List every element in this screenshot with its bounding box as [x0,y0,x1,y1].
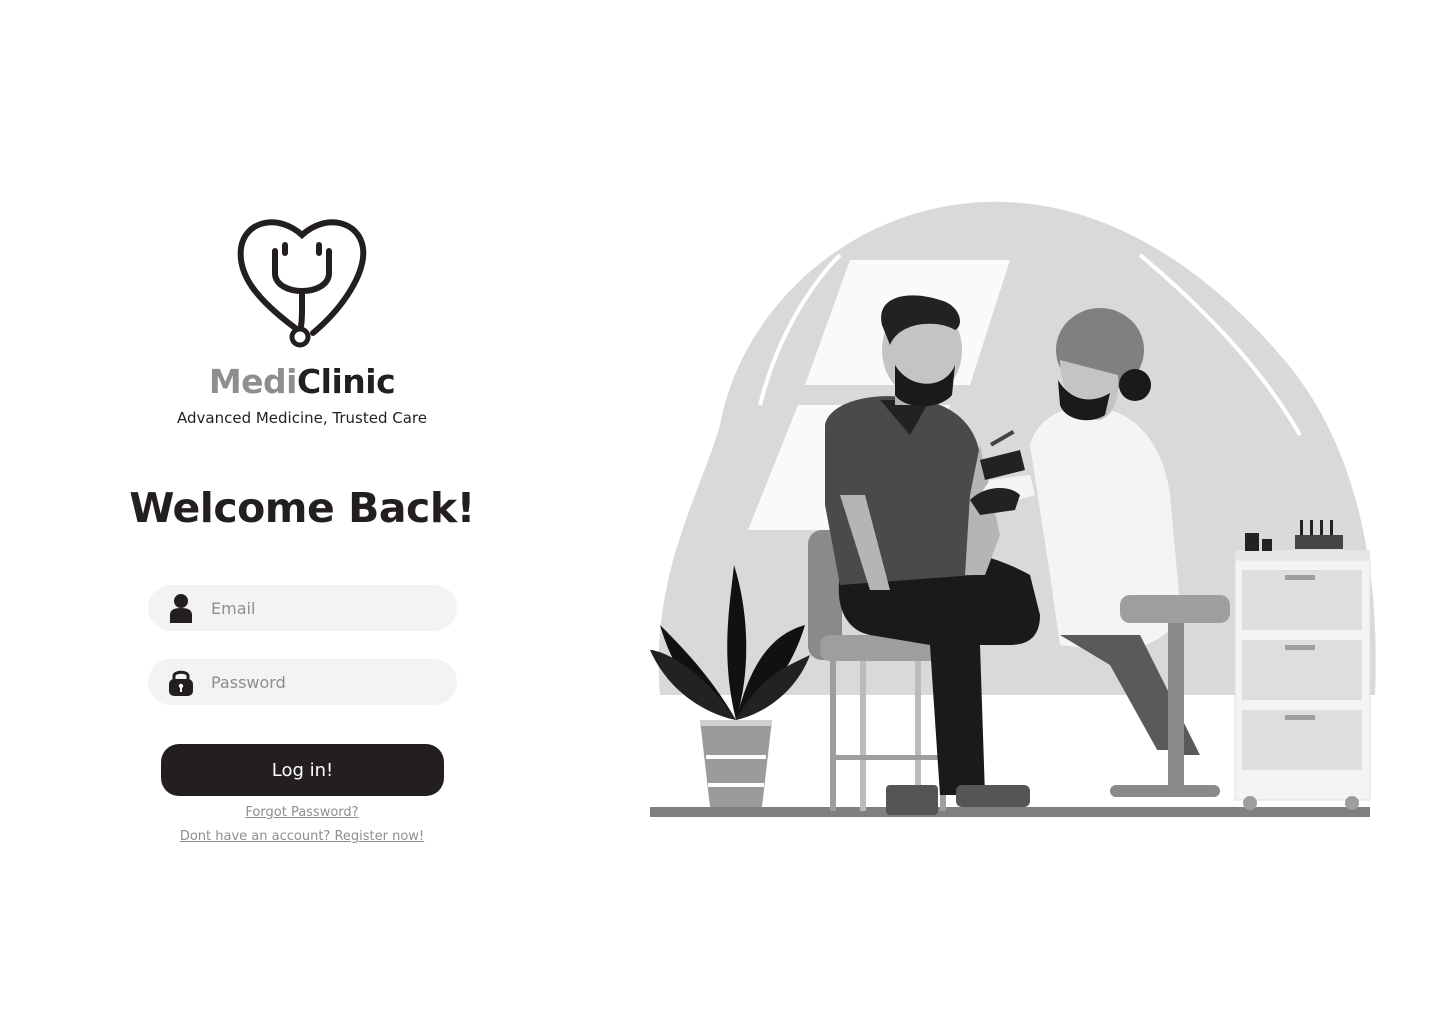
page-title: Welcome Back! [129,484,475,532]
login-button[interactable]: Log in! [161,744,444,796]
register-link[interactable]: Dont have an account? Register now! [0,829,604,844]
user-icon [167,593,195,623]
cabinet [1234,520,1371,810]
lock-icon [167,667,195,697]
email-input[interactable] [209,597,433,619]
vaccination-illustration [650,201,1376,817]
password-input[interactable] [209,671,433,693]
floor-line [650,807,1370,817]
password-field[interactable] [148,659,457,705]
login-panel: MediClinic Advanced Medicine, Trusted Ca… [0,0,604,1024]
brand-name-clinic: Clinic [296,362,396,401]
heart-stethoscope-icon [237,219,367,348]
brand-tagline: Advanced Medicine, Trusted Care [177,409,427,427]
forgot-password-link[interactable]: Forgot Password? [0,805,604,820]
email-field[interactable] [148,585,457,631]
brand-name-medi: Medi [208,362,298,401]
brand-name: MediClinic [0,362,604,401]
